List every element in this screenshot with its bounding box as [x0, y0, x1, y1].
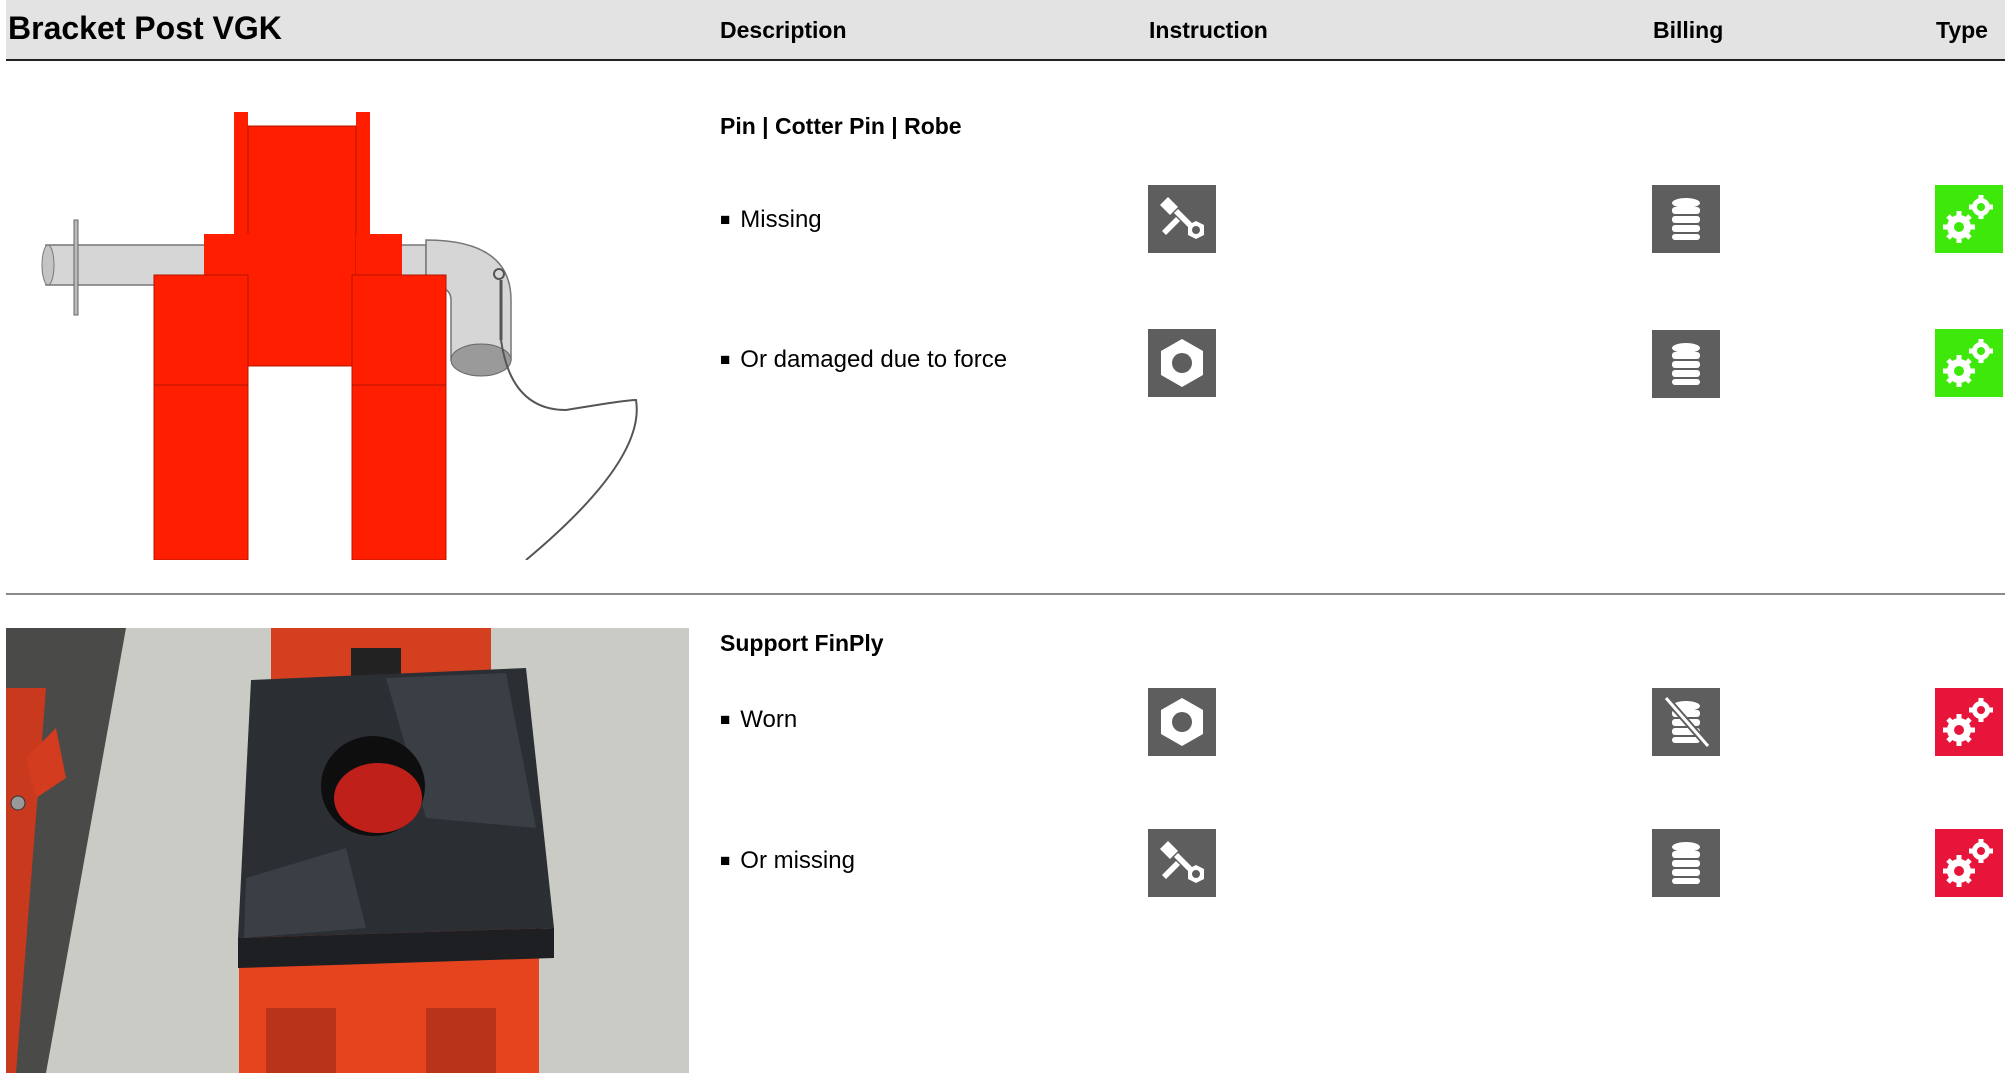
nut-icon — [1148, 688, 1216, 756]
column-header-description: Description — [720, 17, 847, 43]
support-finply-image — [6, 628, 689, 1073]
coin-stack-icon — [1652, 330, 1720, 398]
bolt-nut-icon — [1148, 185, 1216, 253]
gears-icon — [1935, 329, 2003, 397]
gears-icon — [1935, 185, 2003, 253]
list-item: ■ Or damaged due to force — [720, 346, 1007, 374]
list-item: ■ Or missing — [720, 847, 855, 875]
gears-icon — [1935, 688, 2003, 756]
gears-icon — [1935, 829, 2003, 897]
item-text: Or damaged due to force — [740, 346, 1008, 373]
bullet: ■ — [720, 210, 731, 229]
list-item: ■ Worn — [720, 706, 797, 734]
section-title-pin: Pin | Cotter Pin | Robe — [720, 113, 962, 139]
coin-stack-icon — [1652, 185, 1720, 253]
table-header: Bracket Post VGK Description Instruction… — [6, 0, 2005, 61]
coin-stack-icon — [1652, 829, 1720, 897]
column-header-instruction: Instruction — [1149, 17, 1268, 43]
bullet: ■ — [720, 851, 731, 870]
section-title-support: Support FinPly — [720, 630, 884, 656]
no-billing-icon — [1652, 688, 1720, 756]
column-header-type: Type — [1936, 17, 1988, 43]
column-header-billing: Billing — [1653, 17, 1724, 43]
bullet: ■ — [720, 350, 731, 369]
bullet: ■ — [720, 710, 731, 729]
item-text: Worn — [740, 706, 798, 733]
section-divider — [6, 593, 2005, 595]
page-title: Bracket Post VGK — [8, 10, 282, 46]
item-text: Missing — [740, 206, 822, 233]
item-text: Or missing — [740, 847, 855, 874]
list-item: ■ Missing — [720, 206, 822, 234]
bolt-nut-icon — [1148, 829, 1216, 897]
bracket-post-pin-image — [6, 100, 686, 560]
nut-icon — [1148, 329, 1216, 397]
